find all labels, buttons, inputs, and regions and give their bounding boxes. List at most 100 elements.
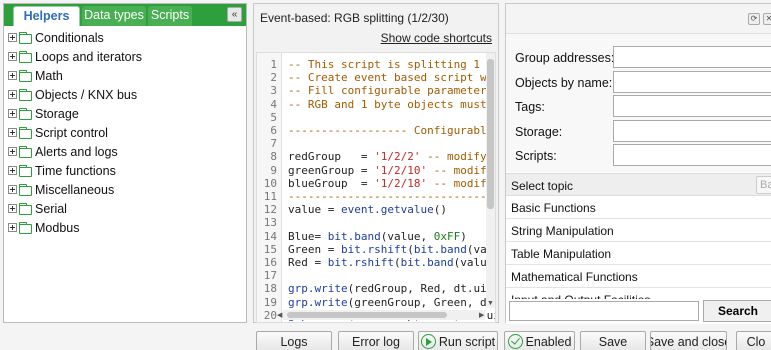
tree-item[interactable]: Modbus [8, 218, 244, 237]
code-token: () [433, 203, 447, 217]
tab-data-types[interactable]: Data types [82, 6, 146, 26]
topic-back-button[interactable]: Bac [756, 176, 771, 194]
expand-plus-icon[interactable] [8, 185, 17, 194]
toolbar-button-save[interactable]: Save [580, 331, 646, 350]
helpers-tabbar: Helpers Data types Scripts « [4, 4, 246, 26]
editor-vertical-scrollbar[interactable]: ▼ [486, 53, 495, 308]
code-token: -- Fill configurable parameters w [288, 84, 496, 98]
expand-plus-icon[interactable] [8, 33, 17, 42]
tab-scripts[interactable]: Scripts [148, 6, 192, 26]
code-token: ------------------ Configurable [288, 124, 496, 137]
horizontal-scroll-thumb[interactable] [287, 312, 447, 318]
toolbar-button-clo[interactable]: Clo [736, 331, 771, 350]
tree-item[interactable]: Alerts and logs [8, 142, 244, 161]
filter-select[interactable] [613, 144, 771, 166]
filter-select[interactable] [613, 119, 771, 142]
code-token: greenGroup = [288, 163, 375, 177]
refresh-icon[interactable]: ⟳ [748, 13, 760, 25]
close-icon[interactable]: ✕ [763, 13, 771, 25]
code-line: grp.write(greenGroup, Green, dt.u [288, 295, 496, 309]
code-token: (greenGroup, Green, dt.u [347, 295, 496, 309]
line-number: 6 [270, 124, 277, 137]
tree-item[interactable]: Script control [8, 123, 244, 142]
toolbar-button-enabled[interactable]: Enabled [504, 331, 575, 350]
tab-helpers[interactable]: Helpers [13, 6, 80, 26]
code-token: '1/2/18' [374, 176, 428, 190]
tree-item-label: Alerts and logs [35, 144, 118, 159]
toolbar-button-label: Logs [280, 334, 308, 349]
code-line: --------------------------------- [288, 190, 495, 203]
toolbar-button-label: Clo [746, 334, 766, 349]
topic-item-label: Mathematical Functions [511, 270, 638, 284]
search-row: Search [506, 300, 771, 324]
expand-plus-icon[interactable] [8, 71, 17, 80]
code-editor[interactable]: 1 2 3 4 5 6 7 8 9 10 11 12 13 14 15 16 17 18 19 20 -- This … [256, 52, 496, 323]
code-token: ( [393, 256, 401, 269]
tree-item[interactable]: Conditionals [8, 28, 244, 47]
toolbar-button-logs[interactable]: Logs [256, 331, 332, 350]
tree-item[interactable]: Serial [8, 199, 244, 218]
search-input[interactable] [509, 301, 699, 321]
code-line: -- RGB and 1 byte objects must ha [288, 97, 496, 111]
search-button[interactable]: Search [703, 300, 771, 322]
select-topic-label: Select topic [511, 179, 574, 193]
line-number: 8 [270, 150, 277, 164]
folder-icon [19, 69, 32, 82]
code-token: bit.band [327, 229, 381, 243]
tree-item[interactable]: Miscellaneous [8, 180, 244, 199]
code-line: Red = bit.rshift(bit.band(value, [288, 256, 495, 269]
folder-icon [19, 88, 32, 101]
filter-select[interactable] [613, 70, 771, 93]
toolbar-button-run-script[interactable]: Run script [418, 331, 498, 350]
expand-plus-icon[interactable] [8, 109, 17, 118]
filter-select[interactable] [613, 46, 771, 68]
filter-label: Tags: [515, 100, 545, 114]
code-token: Green = [288, 242, 341, 256]
expand-plus-icon[interactable] [8, 128, 17, 137]
tree-item[interactable]: Storage [8, 104, 244, 123]
folder-icon [19, 164, 32, 177]
topic-item[interactable]: Table Manipulation [506, 242, 771, 265]
topic-item[interactable]: String Manipulation [506, 219, 771, 242]
filter-select[interactable] [613, 95, 771, 117]
toolbar-button-error-log[interactable]: Error log [338, 331, 414, 350]
topic-item[interactable]: Input and Output Facilities [506, 288, 771, 299]
expand-plus-icon[interactable] [8, 166, 17, 175]
expand-plus-icon[interactable] [8, 90, 17, 99]
line-number: 19 [263, 295, 277, 309]
code-token: redGroup = [288, 150, 375, 164]
bottom-toolbar: Logs Error log Run script Enabled Save Save a… [253, 331, 771, 350]
tree-item[interactable]: Time functions [8, 161, 244, 180]
vertical-scroll-thumb[interactable] [487, 59, 494, 209]
show-code-shortcuts-link[interactable]: Show code shortcuts [381, 31, 492, 45]
line-number: 11 [263, 190, 277, 203]
helpers-tree: Conditionals Loops and iterators Math Objec… [8, 28, 244, 237]
folder-icon [19, 183, 32, 196]
topic-item[interactable]: Mathematical Functions [506, 265, 771, 288]
filter-label: Storage: [515, 124, 563, 139]
filter-label: Group addresses: [515, 51, 615, 65]
toolbar-button-save-and-close[interactable]: Save and close [650, 331, 727, 350]
scroll-down-icon[interactable]: ▼ [487, 300, 494, 307]
filter-row: Storage: [506, 119, 771, 144]
expand-plus-icon[interactable] [8, 223, 17, 232]
code-token: -- RGB and 1 byte objects must ha [288, 97, 496, 111]
code-token: grp.write [288, 282, 348, 296]
tree-item-label: Math [35, 68, 63, 83]
expand-plus-icon[interactable] [8, 147, 17, 156]
collapse-panel-button[interactable]: « [227, 7, 242, 22]
tree-item[interactable]: Loops and iterators [8, 47, 244, 66]
topic-item[interactable]: Basic Functions [506, 196, 771, 219]
filter-row: Tags: [506, 95, 771, 119]
code-token: '1/2/2' [374, 150, 421, 164]
scroll-left-icon[interactable]: ◀ [277, 311, 282, 319]
scroll-right-icon[interactable]: ▶ [479, 311, 484, 319]
expand-plus-icon[interactable] [8, 52, 17, 61]
editor-horizontal-scrollbar[interactable]: ◀ ▶ [277, 310, 485, 320]
expand-plus-icon[interactable] [8, 204, 17, 213]
folder-icon [19, 202, 32, 215]
tree-item-label: Objects / KNX bus [35, 87, 138, 102]
tree-item-label: Modbus [35, 220, 80, 235]
tree-item[interactable]: Math [8, 66, 244, 85]
tree-item[interactable]: Objects / KNX bus [8, 85, 244, 104]
